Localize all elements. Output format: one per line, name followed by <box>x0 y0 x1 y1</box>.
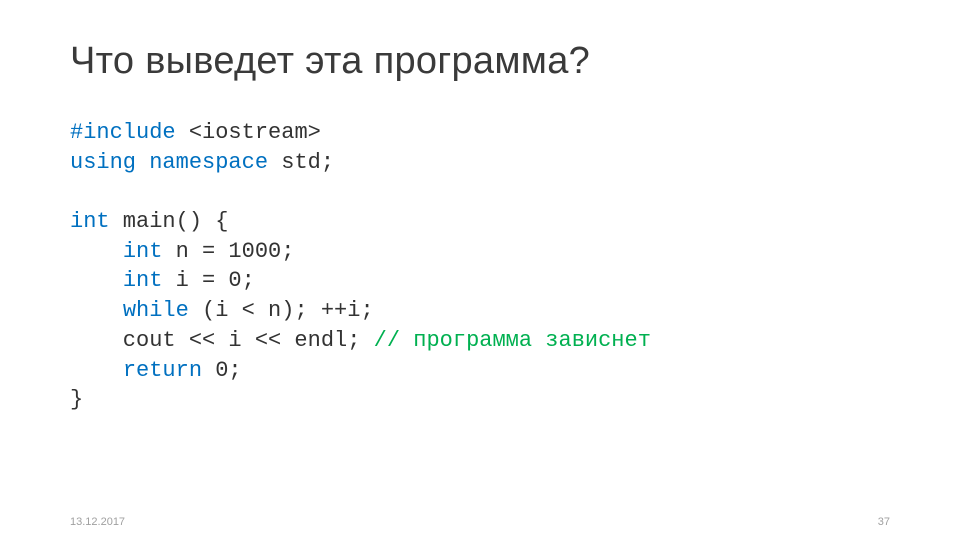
code-text: <iostream> <box>176 120 321 145</box>
code-indent <box>70 358 123 383</box>
code-kw-using: using <box>70 150 136 175</box>
code-kw-while: while <box>123 298 189 323</box>
code-indent <box>70 268 123 293</box>
code-text: n = 1000; <box>162 239 294 264</box>
code-text: 0; <box>202 358 242 383</box>
code-text: (i < n); ++i; <box>189 298 374 323</box>
slide-title: Что выведет эта программа? <box>70 40 890 83</box>
footer-date: 13.12.2017 <box>70 516 125 528</box>
code-indent <box>70 298 123 323</box>
code-text: cout << i << endl; <box>70 328 374 353</box>
code-kw-int: int <box>70 209 110 234</box>
code-comment: // программа зависнет <box>374 328 651 353</box>
code-text: i = 0; <box>162 268 254 293</box>
code-kw-int: int <box>123 239 163 264</box>
code-kw-namespace: namespace <box>149 150 268 175</box>
code-text: main() { <box>110 209 229 234</box>
code-text: std; <box>268 150 334 175</box>
code-kw-include: #include <box>70 120 176 145</box>
slide-footer: 13.12.2017 37 <box>70 516 890 528</box>
slide: Что выведет эта программа? #include <ios… <box>0 0 960 540</box>
code-text: } <box>70 387 83 412</box>
code-text <box>136 150 149 175</box>
code-indent <box>70 239 123 264</box>
code-kw-int: int <box>123 268 163 293</box>
code-kw-return: return <box>123 358 202 383</box>
footer-page-number: 37 <box>878 516 890 528</box>
code-block: #include <iostream> using namespace std;… <box>70 118 890 415</box>
